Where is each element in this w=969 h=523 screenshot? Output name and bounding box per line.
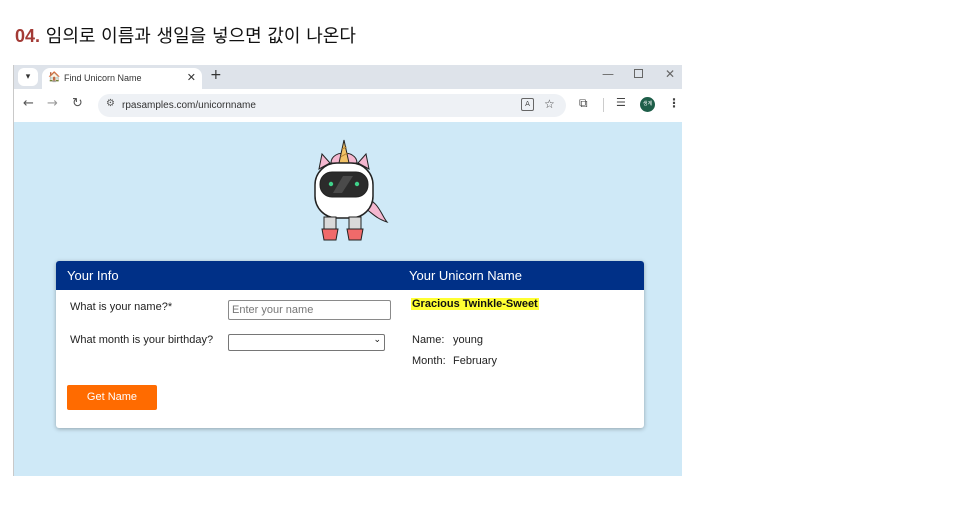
your-unicorn-name-heading: Your Unicorn Name (409, 268, 522, 283)
browser-window: ▾ 🏠 Find Unicorn Name ✕ + — ✕ ← → ↻ ⚙ rp… (13, 65, 682, 476)
name-input[interactable] (228, 300, 391, 320)
unicorn-name-result: Gracious Twinkle-Sweet (411, 298, 539, 310)
tab-bar: ▾ 🏠 Find Unicorn Name ✕ + — ✕ (14, 65, 682, 89)
heading-text: 임의로 이름과 생일을 넣으면 값이 나온다 (40, 26, 356, 47)
reading-list-icon[interactable]: ☰ (616, 96, 626, 109)
profile-avatar[interactable]: 생계 (640, 97, 655, 112)
address-bar[interactable]: ⚙ rpasamples.com/unicornname A ☆ (98, 94, 566, 117)
month-result-value: February (453, 355, 498, 367)
month-result-label: Month: (412, 355, 446, 367)
heading-number: 04. (15, 26, 41, 46)
unicorn-form-card: Your Info Your Unicorn Name What is your… (56, 261, 644, 428)
window-close-icon[interactable]: ✕ (665, 67, 675, 81)
tab-title: Find Unicorn Name (64, 73, 142, 83)
tab-favicon-icon: 🏠 (48, 72, 61, 83)
birthday-month-label: What month is your birthday? (70, 334, 214, 346)
card-header: Your Info Your Unicorn Name (56, 261, 644, 290)
extensions-puzzle-icon[interactable]: ⧉ (579, 96, 588, 111)
back-arrow-icon[interactable]: ← (23, 97, 34, 111)
new-tab-plus-icon[interactable]: + (210, 67, 222, 83)
toolbar-divider (603, 98, 604, 112)
bookmark-star-icon[interactable]: ☆ (544, 97, 555, 111)
reload-icon[interactable]: ↻ (72, 97, 83, 111)
unicorn-robot-logo (314, 139, 389, 241)
active-tab[interactable]: 🏠 Find Unicorn Name ✕ (42, 68, 202, 89)
forward-arrow-icon[interactable]: → (47, 97, 58, 111)
page-heading: 04. 임의로 이름과 생일을 넣으면 값이 나온다 (15, 22, 356, 48)
url-text: rpasamples.com/unicornname (122, 100, 256, 111)
tab-close-icon[interactable]: ✕ (187, 71, 196, 84)
tab-search-chevron-icon[interactable]: ▾ (18, 68, 38, 86)
get-name-button[interactable]: Get Name (67, 385, 157, 410)
name-result-label: Name: (412, 334, 445, 346)
browser-toolbar: ← → ↻ ⚙ rpasamples.com/unicornname A ☆ ⧉… (14, 89, 682, 122)
your-info-heading: Your Info (67, 268, 119, 283)
minimize-icon[interactable]: — (602, 67, 614, 81)
chevron-down-icon: ⌄ (373, 335, 381, 345)
birthday-month-select[interactable]: ⌄ (228, 334, 385, 351)
more-menu-icon[interactable]: ⋮ (668, 96, 680, 110)
maximize-icon[interactable] (634, 69, 643, 78)
translate-icon[interactable]: A (521, 98, 534, 111)
site-settings-icon[interactable]: ⚙ (106, 98, 115, 109)
name-label: What is your name?* (70, 301, 173, 313)
name-result-value: young (453, 334, 483, 346)
